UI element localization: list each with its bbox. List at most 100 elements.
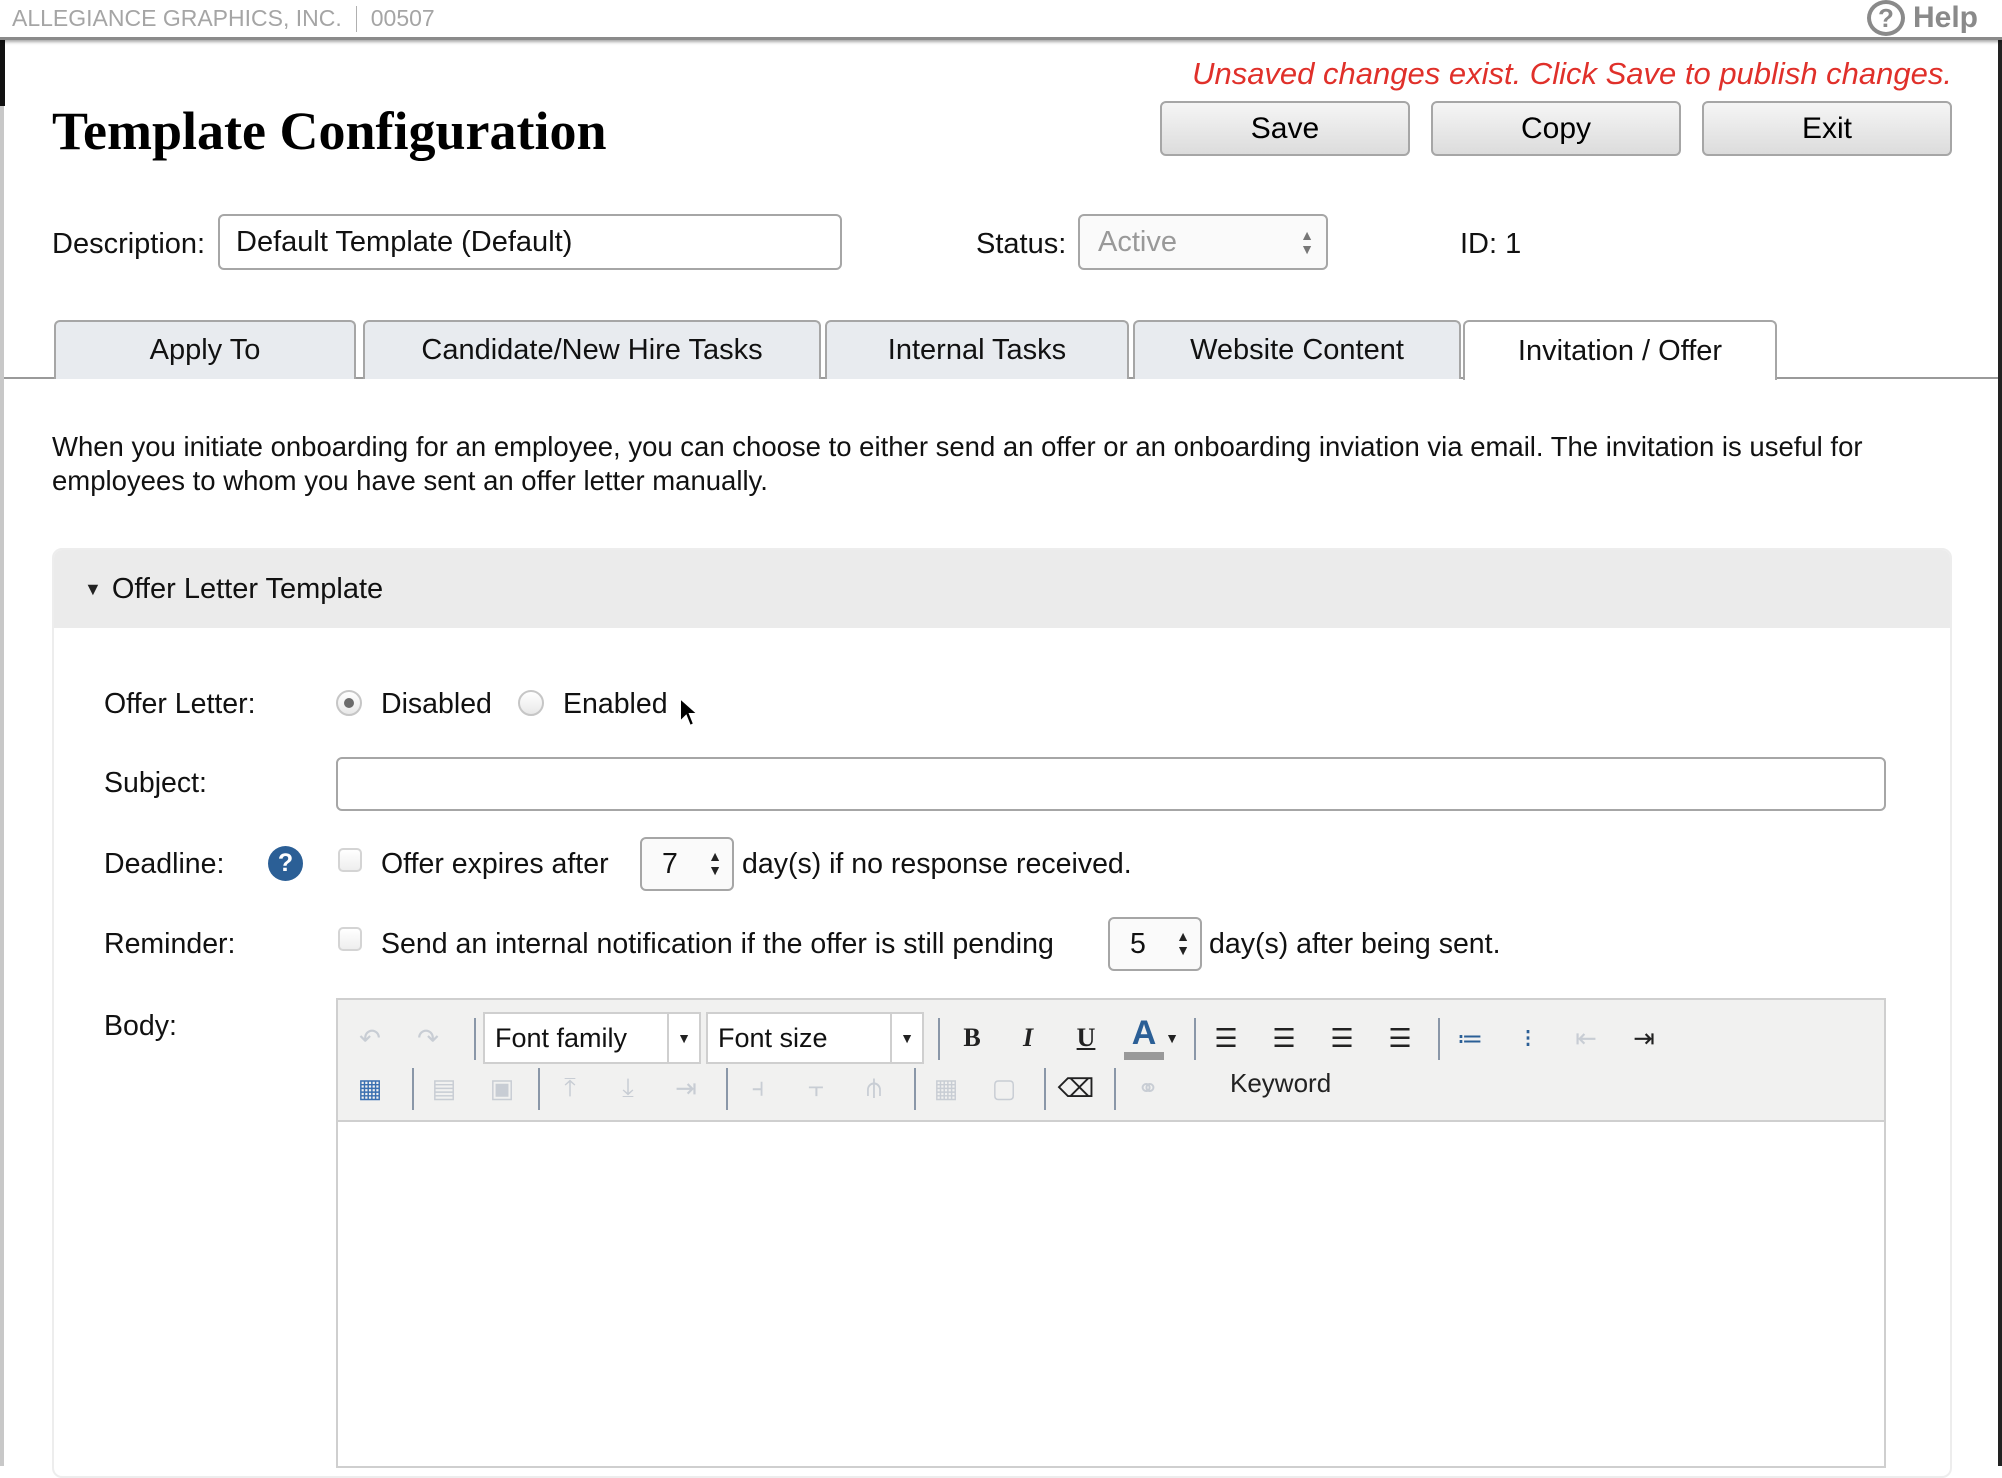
align-left-icon[interactable]: ☰ [1206,1018,1246,1058]
link-icon[interactable]: ⚭ [1128,1068,1168,1108]
editor-toolbar: ↶ ↷ Font family ▼ Font size ▼ B I U A ▼ … [338,1000,1884,1122]
reminder-days-stepper[interactable]: 5 ▲ ▼ [1108,917,1202,971]
insert-row-after-icon[interactable]: ⤓ [608,1068,648,1108]
reminder-text-before: Send an internal notification if the off… [381,928,1054,960]
toolbar-separator [1438,1018,1440,1060]
caret-down-icon: ▼ [84,578,102,599]
text-color-dropdown-icon[interactable]: ▼ [1162,1018,1182,1058]
table-cell-properties-icon[interactable]: ▣ [482,1068,522,1108]
body-rich-text-editor[interactable]: ↶ ↷ Font family ▼ Font size ▼ B I U A ▼ … [336,998,1886,1468]
radio-enabled[interactable] [518,690,544,716]
indent-icon[interactable]: ⇥ [1624,1018,1664,1058]
offer-letter-label: Offer Letter: [104,688,256,720]
template-id: ID: 1 [1460,228,1522,260]
radio-enabled-label[interactable]: Enabled [563,688,668,721]
tab-internal-tasks[interactable]: Internal Tasks [825,320,1129,379]
window-edge [0,106,4,1466]
insert-column-before-icon[interactable]: ⫞ [738,1068,778,1108]
tab-apply-to[interactable]: Apply To [54,320,356,379]
deadline-label: Deadline: [104,848,225,880]
toolbar-separator [474,1018,476,1060]
merge-cells-icon[interactable]: ▢ [984,1068,1024,1108]
save-button[interactable]: Save [1160,101,1410,156]
subject-input[interactable] [336,757,1886,811]
undo-icon[interactable]: ↶ [350,1018,390,1058]
tab-website-content[interactable]: Website Content [1133,320,1461,379]
font-size-select[interactable]: Font size ▼ [706,1012,924,1064]
deadline-days-value: 7 [662,847,678,880]
help-label: Help [1912,1,1978,34]
status-value: Active [1098,225,1177,258]
font-family-placeholder: Font family [495,1022,628,1053]
text-color-icon[interactable]: A [1124,1014,1164,1060]
delete-row-icon[interactable]: ⇥ [666,1068,706,1108]
top-bar: ALLEGIANCE GRAPHICS, INC. 00507 ? Help [0,0,2002,40]
window-scrollbar[interactable] [1998,40,2002,1466]
align-justify-icon[interactable]: ☰ [1380,1018,1420,1058]
mouse-cursor-icon [679,696,700,728]
page-title: Template Configuration [52,101,607,161]
dropdown-arrow-icon: ▼ [667,1014,699,1062]
toolbar-separator [1194,1018,1196,1060]
italic-icon[interactable]: I [1008,1018,1048,1058]
eraser-icon[interactable]: ⌫ [1056,1068,1096,1108]
stepper-arrows-icon: ▲ ▼ [708,848,722,878]
subject-label: Subject: [104,767,207,799]
tab-candidate-new-hire-tasks[interactable]: Candidate/New Hire Tasks [363,320,821,379]
delete-column-icon[interactable]: ⫛ [854,1068,894,1108]
help-icon: ? [1866,0,1905,36]
exit-button[interactable]: Exit [1702,101,1952,156]
bold-icon[interactable]: B [952,1018,992,1058]
bulleted-list-icon[interactable]: ⁝ [1508,1018,1548,1058]
underline-icon[interactable]: U [1066,1018,1106,1058]
description-input[interactable]: Default Template (Default) [218,214,842,270]
deadline-days-stepper[interactable]: 7 ▲ ▼ [640,837,734,891]
align-center-icon[interactable]: ☰ [1264,1018,1304,1058]
toolbar-separator [938,1018,940,1060]
reminder-days-value: 5 [1130,927,1146,960]
split-cells-icon[interactable]: ▦ [926,1068,966,1108]
keyword-button[interactable]: Keyword [1230,1068,1331,1099]
deadline-text-after: day(s) if no response received. [742,848,1132,880]
unsaved-changes-message: Unsaved changes exist. Click Save to pub… [1192,56,1952,91]
toolbar-separator [412,1068,414,1110]
outdent-icon[interactable]: ⇤ [1566,1018,1606,1058]
align-right-icon[interactable]: ☰ [1322,1018,1362,1058]
insert-column-after-icon[interactable]: ⫟ [796,1068,836,1108]
deadline-checkbox[interactable] [338,848,362,872]
toolbar-separator [538,1068,540,1110]
table-row-properties-icon[interactable]: ▤ [424,1068,464,1108]
description-label: Description: [52,228,206,260]
toolbar-separator [914,1068,916,1110]
company-name: ALLEGIANCE GRAPHICS, INC. [12,5,342,31]
toolbar-separator [1044,1068,1046,1110]
company-code: 00507 [370,5,435,31]
toolbar-separator [726,1068,728,1110]
deadline-text-before: Offer expires after [381,848,609,880]
divider [355,5,357,32]
font-size-placeholder: Font size [718,1022,828,1053]
copy-button[interactable]: Copy [1431,101,1681,156]
insert-row-before-icon[interactable]: ⤒ [550,1068,590,1108]
reminder-text-after: day(s) after being sent. [1209,928,1501,960]
intro-text: When you initiate onboarding for an empl… [52,431,1863,496]
stepper-arrows-icon: ▲ ▼ [1176,928,1190,958]
help-button[interactable]: ? Help [1866,0,1978,36]
font-family-select[interactable]: Font family ▼ [483,1012,701,1064]
insert-table-icon[interactable]: ▦ [350,1068,390,1108]
panel-header-toggle[interactable]: ▼ Offer Letter Template [54,550,1950,628]
select-arrows-icon: ▲ ▼ [1300,227,1314,257]
dropdown-arrow-icon: ▼ [890,1014,922,1062]
help-question-icon[interactable]: ? [268,846,303,881]
redo-icon[interactable]: ↷ [408,1018,448,1058]
toolbar-separator [1114,1068,1116,1110]
reminder-checkbox[interactable] [338,927,362,951]
tab-invitation-offer[interactable]: Invitation / Offer [1463,320,1777,380]
radio-disabled[interactable] [336,690,362,716]
radio-disabled-label[interactable]: Disabled [381,688,492,721]
numbered-list-icon[interactable]: ≔ [1450,1018,1490,1058]
body-label: Body: [104,1010,177,1042]
status-select[interactable]: Active ▲ ▼ [1078,214,1328,270]
panel-title: Offer Letter Template [111,572,384,605]
reminder-label: Reminder: [104,928,236,960]
